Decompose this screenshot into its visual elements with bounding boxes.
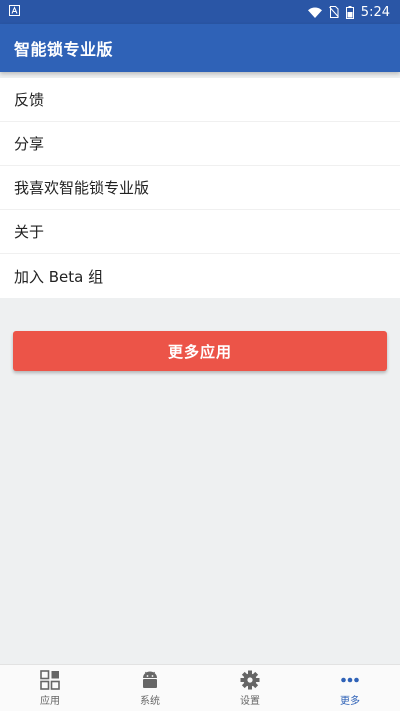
app-bar: 智能锁专业版: [0, 24, 400, 72]
gear-icon: [240, 670, 260, 692]
status-time: 5:24: [360, 4, 390, 20]
nav-tab-label: 系统: [140, 695, 160, 707]
menu-item-label: 关于: [14, 223, 45, 241]
nav-tab-system[interactable]: 系统: [100, 665, 200, 711]
android-icon: [140, 670, 160, 692]
menu-item-join-beta[interactable]: 加入 Beta 组: [0, 254, 400, 298]
menu-list: 反馈 分享 我喜欢智能锁专业版 关于 加入 Beta 组: [0, 78, 400, 298]
status-bar: 5:24: [0, 0, 400, 24]
bottom-nav: 应用 系统 设置 更多: [0, 664, 400, 711]
menu-item-label: 加入 Beta 组: [14, 267, 104, 286]
menu-item-feedback[interactable]: 反馈: [0, 78, 400, 122]
app-title: 智能锁专业版: [14, 40, 114, 59]
battery-icon: [345, 5, 354, 19]
apps-grid-icon: [40, 669, 60, 692]
nav-tab-more[interactable]: 更多: [300, 665, 400, 711]
nav-tab-label: 更多: [340, 695, 360, 707]
more-dots-icon: [340, 670, 360, 692]
nav-tab-settings[interactable]: 设置: [200, 665, 300, 711]
menu-item-label: 我喜欢智能锁专业版: [14, 179, 150, 197]
nav-tab-label: 应用: [40, 695, 60, 707]
menu-item-about[interactable]: 关于: [0, 210, 400, 254]
notification-a-icon: [9, 4, 20, 20]
menu-item-label: 分享: [14, 135, 45, 153]
nav-tab-apps[interactable]: 应用: [0, 665, 100, 711]
nav-tab-label: 设置: [240, 695, 260, 707]
menu-item-rate[interactable]: 我喜欢智能锁专业版: [0, 166, 400, 210]
menu-item-share[interactable]: 分享: [0, 122, 400, 166]
wifi-icon: [307, 7, 322, 18]
more-apps-button[interactable]: 更多应用: [13, 331, 387, 371]
no-sim-icon: [328, 6, 339, 18]
menu-item-label: 反馈: [14, 91, 45, 109]
